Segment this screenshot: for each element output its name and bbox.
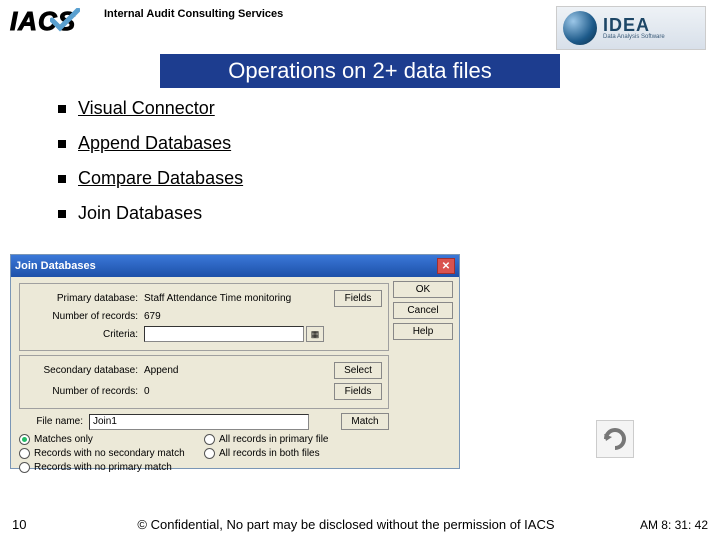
help-button[interactable]: Help (393, 323, 453, 340)
dialog-titlebar[interactable]: Join Databases ✕ (11, 255, 459, 277)
radio-icon (204, 448, 215, 459)
header: IACS Internal Audit Consulting Services … (0, 0, 720, 50)
link-append-databases[interactable]: Append Databases (78, 133, 231, 153)
join-type-radios: Matches only All records in primary file… (19, 434, 389, 473)
primary-db-label: Primary database: (26, 293, 144, 304)
radio-label: All records in both files (219, 448, 320, 459)
copyright-text: © Confidential, No part may be disclosed… (52, 517, 640, 532)
secondary-db-value: Append (144, 365, 178, 376)
filename-input[interactable]: Join1 (89, 414, 309, 430)
radio-label: All records in primary file (219, 434, 328, 445)
criteria-builder-icon[interactable]: ▦ (306, 326, 324, 342)
clock: AM 8: 31: 42 (640, 518, 708, 532)
primary-group: Primary database: Staff Attendance Time … (19, 283, 389, 351)
criteria-input[interactable] (144, 326, 304, 342)
radio-label: Records with no primary match (34, 462, 172, 473)
radio-label: Matches only (34, 434, 93, 445)
list-item: Compare Databases (58, 168, 720, 189)
footer: 10 © Confidential, No part may be disclo… (0, 517, 720, 532)
checkmark-icon (50, 8, 80, 32)
radio-all-both[interactable]: All records in both files (204, 448, 389, 459)
return-icon[interactable] (596, 420, 634, 458)
sphere-icon (563, 11, 597, 45)
list-item: Join Databases (58, 203, 720, 224)
ok-button[interactable]: OK (393, 281, 453, 298)
secondary-group: Secondary database: Append Select Number… (19, 355, 389, 409)
filename-label: File name: (19, 416, 89, 427)
page-title: Operations on 2+ data files (160, 54, 560, 88)
page-number: 10 (12, 517, 52, 532)
item-list: Visual Connector Append Databases Compar… (58, 98, 720, 224)
cancel-button[interactable]: Cancel (393, 302, 453, 319)
idea-title: IDEA (603, 16, 665, 34)
match-button[interactable]: Match (341, 413, 389, 430)
link-compare-databases[interactable]: Compare Databases (78, 168, 243, 188)
radio-no-primary[interactable]: Records with no primary match (19, 462, 204, 473)
dialog-body: OK Cancel Help Primary database: Staff A… (11, 277, 459, 468)
records-value: 679 (144, 311, 161, 322)
list-item: Visual Connector (58, 98, 720, 119)
radio-matches-only[interactable]: Matches only (19, 434, 204, 445)
sec-records-label: Number of records: (26, 386, 144, 397)
link-visual-connector[interactable]: Visual Connector (78, 98, 215, 118)
radio-icon (19, 462, 30, 473)
radio-icon (19, 434, 30, 445)
close-icon[interactable]: ✕ (437, 258, 455, 274)
records-label: Number of records: (26, 311, 144, 322)
join-databases-dialog: Join Databases ✕ OK Cancel Help Primary … (10, 254, 460, 469)
primary-db-value: Staff Attendance Time monitoring (144, 293, 291, 304)
list-item: Append Databases (58, 133, 720, 154)
header-subtitle: Internal Audit Consulting Services (104, 8, 283, 20)
radio-label: Records with no secondary match (34, 448, 185, 459)
select-button[interactable]: Select (334, 362, 382, 379)
radio-all-primary[interactable]: All records in primary file (204, 434, 389, 445)
radio-no-secondary[interactable]: Records with no secondary match (19, 448, 204, 459)
radio-icon (19, 448, 30, 459)
fields2-button[interactable]: Fields (334, 383, 382, 400)
fields-button[interactable]: Fields (334, 290, 382, 307)
radio-icon (204, 434, 215, 445)
text-join-databases: Join Databases (78, 203, 202, 223)
idea-text: IDEA Data Analysis Software (603, 16, 665, 40)
criteria-label: Criteria: (26, 329, 144, 340)
dialog-title: Join Databases (15, 260, 96, 272)
sec-records-value: 0 (144, 386, 150, 397)
idea-logo: IDEA Data Analysis Software (556, 6, 706, 50)
iacs-logo: IACS (10, 6, 100, 37)
dialog-right-buttons: OK Cancel Help (393, 281, 453, 340)
secondary-db-label: Secondary database: (26, 365, 144, 376)
idea-subtitle: Data Analysis Software (603, 34, 665, 40)
